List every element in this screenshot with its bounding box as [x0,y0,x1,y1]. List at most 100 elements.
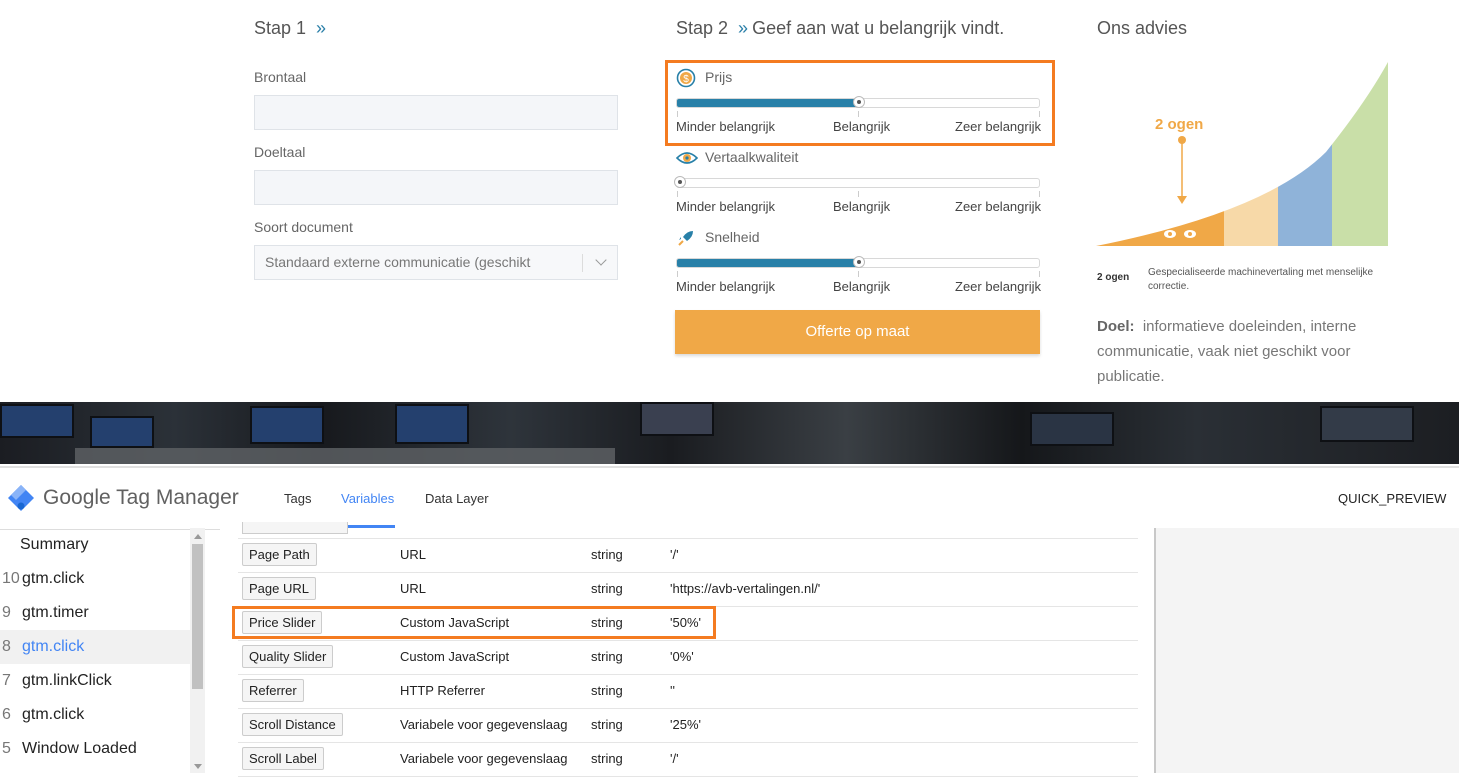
document-type-select[interactable]: Standaard externe communicatie (geschikt [254,245,618,280]
quality-slider-label: Vertaalkwaliteit [705,149,799,165]
variable-return-type: string [591,751,623,766]
slider-tick [858,191,859,197]
document-type-value: Standaard externe communicatie (geschikt [265,254,531,270]
quick-preview-label: QUICK_PREVIEW [1338,491,1447,506]
sidebar-item-number: 6 [2,706,11,723]
variable-return-type: string [591,683,623,698]
variable-name-chip[interactable]: Quality Slider [242,645,334,668]
sidebar-item-label: gtm.click [22,638,85,655]
variable-type: Variabele voor gegevenslaag [400,717,568,732]
sidebar-scrollbar[interactable] [190,528,205,773]
sidebar-item-number: 8 [2,638,11,655]
sidebar-item-label: gtm.linkClick [22,672,112,689]
speed-slider-handle[interactable] [853,256,865,268]
variable-return-type: string [591,547,623,562]
gtm-event-sidebar: Summary 10 gtm.click 9 gtm.timer 8 gtm.clic… [0,528,190,773]
variable-type: Variabele voor gegevenslaag [400,751,568,766]
sidebar-item-event[interactable]: 9 gtm.timer [0,596,190,630]
quality-slider-handle[interactable] [674,176,686,188]
table-row: Page Path URL string '/' [238,538,1138,573]
table-row: Scroll Label Variabele voor gegevenslaag s… [238,742,1138,777]
step2-title: Stap 2 » Geef aan wat u belangrijk vindt. [676,18,1004,39]
variable-chip-partial [242,522,348,534]
photo-overlay-bar [75,448,615,464]
speed-slider[interactable] [676,256,1040,277]
step2-title-text: Stap 2 [676,18,729,38]
rocket-icon [676,228,696,248]
highlight-box [232,606,716,639]
sidebar-item-summary[interactable]: Summary [0,528,190,562]
source-language-input[interactable] [254,95,618,130]
sidebar-item-event-selected[interactable]: 8 gtm.click [0,630,190,664]
sidebar-item-label: Summary [20,536,89,553]
scale-mid-label: Belangrijk [833,279,891,294]
slider-tick [1039,271,1040,277]
variable-return-type: string [591,649,623,664]
gtm-logo-icon [6,483,36,513]
step1-title-text: Stap 1 [254,18,307,38]
advice-legend-key: 2 ogen [1097,272,1130,283]
scale-high-label: Zeer belangrijk [955,279,1041,294]
step2-subtitle: Geef aan wat u belangrijk vindt. [752,18,1005,38]
target-language-input[interactable] [254,170,618,205]
slider-tick [677,191,678,197]
advice-chart [1096,62,1390,250]
variable-value: '25%' [670,717,701,732]
sidebar-item-label: gtm.click [22,570,85,587]
slider-tick [858,271,859,277]
variable-name-chip[interactable]: Referrer [242,679,304,702]
variable-value: 'https://avb-vertalingen.nl/' [670,581,821,596]
variable-type: HTTP Referrer [400,683,485,698]
advice-goal-text: informatieve doeleinden, interne communi… [1097,318,1357,385]
variable-name-chip[interactable]: Page URL [242,577,316,600]
advice-title: Ons advies [1097,18,1188,38]
tab-data-layer[interactable]: Data Layer [425,491,489,506]
variable-type: URL [400,547,427,562]
scale-high-label: Zeer belangrijk [955,199,1041,214]
sidebar-item-event[interactable]: 5 Window Loaded [0,732,190,766]
highlight-box [665,60,1055,146]
custom-quote-button[interactable]: Offerte op maat [675,310,1040,354]
gtm-header: Google Tag Manager Tags Variables Data L… [0,466,1459,530]
advice-goal: Doel: informatieve doeleinden, interne c… [1097,314,1387,389]
scroll-down-icon[interactable] [194,764,202,769]
document-type-label: Soort document [254,219,353,235]
variable-name-chip[interactable]: Scroll Label [242,747,324,770]
advice-chart-label: 2 ogen [1155,116,1204,133]
sidebar-item-number: 10 [2,570,20,587]
advice-legend-text: Gespecialiseerde machinevertaling met me… [1148,267,1374,292]
scrollbar-thumb[interactable] [192,544,203,689]
sidebar-item-event[interactable]: 10 gtm.click [0,562,190,596]
table-row: Page URL URL string 'https://avb-vertalinge… [238,572,1138,607]
sidebar-item-event[interactable]: 6 gtm.click [0,698,190,732]
slider-tick [1039,191,1040,197]
sidebar-item-label: gtm.click [22,706,85,723]
quality-slider[interactable] [674,176,1040,197]
photo-monitor [90,416,154,448]
tab-tags[interactable]: Tags [284,491,311,506]
variable-name-chip[interactable]: Page Path [242,543,317,566]
variable-type: Custom JavaScript [400,649,510,664]
scale-low-label: Minder belangrijk [676,279,775,294]
photo-monitor [395,404,469,444]
sidebar-item-label: Window Loaded [22,740,137,757]
source-language-label: Brontaal [254,69,307,85]
trading-floor-photo [0,402,1459,464]
tab-variables[interactable]: Variables [341,491,394,506]
advice-goal-label: Doel: [1097,318,1135,335]
sidebar-item-event[interactable]: 7 gtm.linkClick [0,664,190,698]
variable-name-chip[interactable]: Scroll Distance [242,713,343,736]
table-row: Referrer HTTP Referrer string '' [238,674,1138,709]
photo-monitor [250,406,324,444]
scroll-up-icon[interactable] [194,534,202,539]
photo-monitor [640,402,714,436]
slider-tick [677,271,678,277]
speed-slider-label: Snelheid [705,229,760,245]
chevron-down-icon [595,254,607,266]
photo-monitor [1030,412,1114,446]
chevron-icon: » [316,18,327,38]
eye-icon [675,150,699,166]
speed-slider-fill [677,259,859,267]
variable-type: URL [400,581,427,596]
gtm-brand-title: Google Tag Manager [43,486,239,509]
